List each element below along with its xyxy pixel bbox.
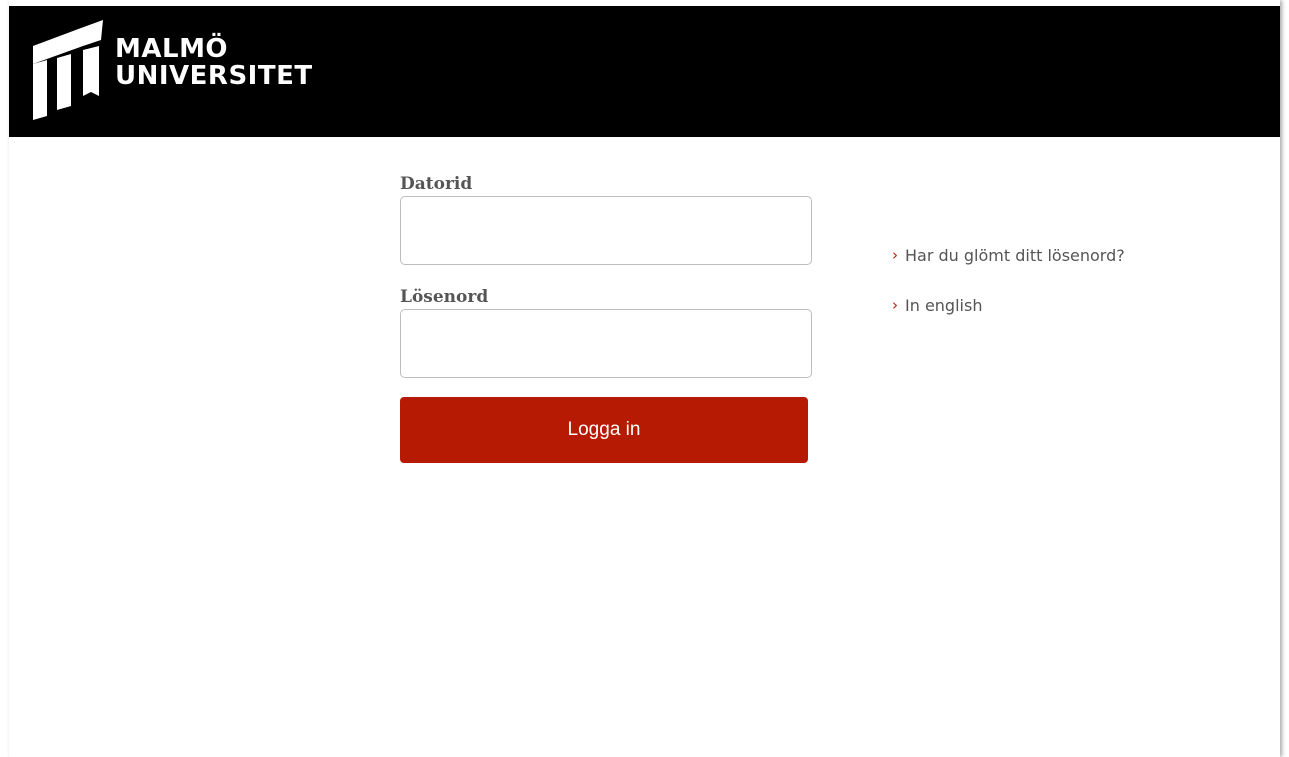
university-logo[interactable]: MALMÖ UNIVERSITET — [31, 20, 331, 120]
english-link[interactable]: › In english — [892, 294, 1272, 316]
help-links: › Har du glömt ditt lösenord? › In engli… — [892, 244, 1272, 344]
forgot-password-link[interactable]: › Har du glömt ditt lösenord? — [892, 244, 1272, 266]
malmo-university-logo-mark — [33, 20, 103, 120]
password-label: Lösenord — [400, 287, 489, 307]
forgot-password-label: Har du glömt ditt lösenord? — [905, 245, 1125, 265]
logo-wordmark: MALMÖ UNIVERSITET — [115, 36, 313, 90]
browser-page: MALMÖ UNIVERSITET Datorid Lösenord Logga… — [9, 0, 1280, 757]
logo-line-2: UNIVERSITET — [115, 61, 313, 91]
site-header: MALMÖ UNIVERSITET — [9, 6, 1280, 137]
chevron-right-icon: › — [892, 296, 898, 314]
login-button[interactable]: Logga in — [400, 397, 808, 463]
english-label: In english — [905, 295, 983, 315]
username-input[interactable] — [400, 196, 812, 265]
logo-line-1: MALMÖ — [115, 34, 229, 64]
chevron-right-icon: › — [892, 246, 898, 264]
username-label: Datorid — [400, 174, 473, 194]
password-input[interactable] — [400, 309, 812, 378]
login-form: Datorid Lösenord Logga in — [400, 172, 820, 463]
